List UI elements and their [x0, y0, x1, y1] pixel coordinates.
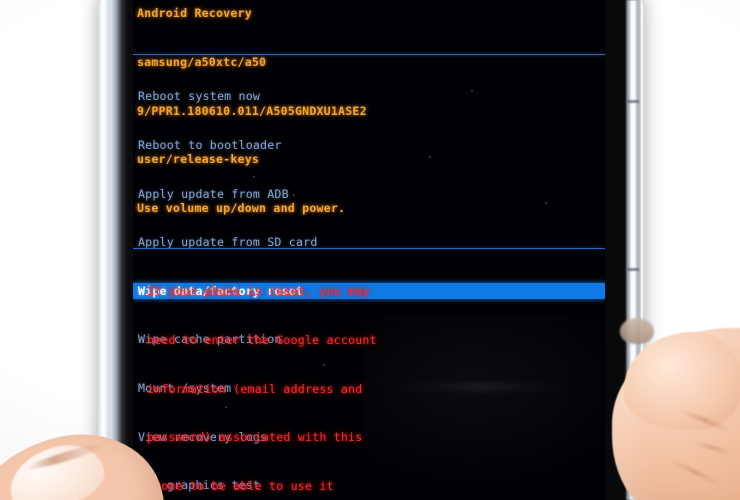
separator-below-menu [133, 248, 605, 249]
factory-reset-warning: If your phone is reset, you may need to … [147, 251, 567, 500]
separator-above-menu [133, 54, 605, 55]
right-fingertip [620, 318, 654, 344]
warning-line-1: need to enter the Google account [147, 333, 377, 347]
menu-item-reboot-system-now[interactable]: Reboot system now [133, 88, 605, 104]
warning-line-0: If your phone is reset, you may [147, 284, 370, 299]
warning-line-4: phone to be able to use it [147, 478, 334, 493]
recovery-console: Android Recovery samsung/a50xtc/a50 9/PP… [133, 0, 605, 493]
menu-item-apply-update-from-adb[interactable]: Apply update from ADB [133, 186, 605, 202]
menu-item-reboot-to-bootloader[interactable]: Reboot to bootloader [133, 137, 605, 153]
warning-line-3: password) associated with this [147, 430, 363, 445]
phone-rail-notch-upper [627, 100, 639, 103]
phone-screen[interactable]: Android Recovery samsung/a50xtc/a50 9/PP… [133, 0, 605, 500]
warning-line-2: information (email address and [147, 381, 363, 396]
screenshot-scene: Android Recovery samsung/a50xtc/a50 9/PP… [0, 0, 740, 500]
recovery-header-line-0: Android Recovery [137, 6, 252, 21]
phone-rail-notch-lower [627, 268, 639, 271]
